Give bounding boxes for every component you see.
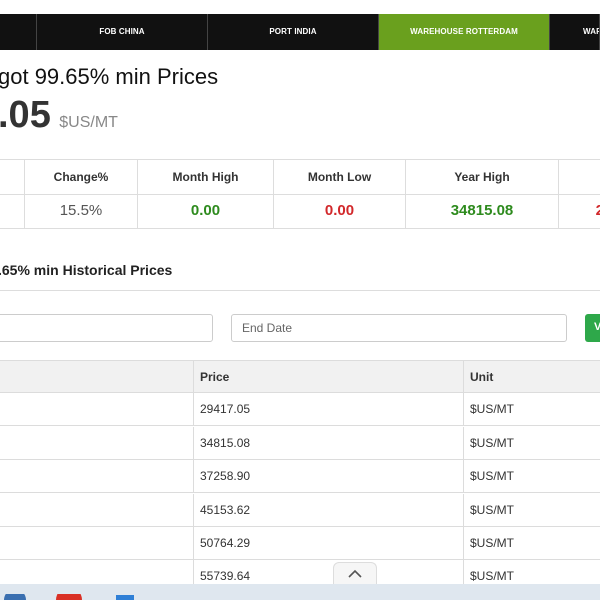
- cell-price: 34815.08: [193, 427, 463, 460]
- cell-price: 29417.05: [193, 393, 463, 426]
- cell-price: 50764.29: [193, 527, 463, 560]
- price-stats-table: Change% 15.5% Month High 0.00 Month Low …: [0, 159, 600, 229]
- stat-value: [0, 194, 24, 228]
- stat-value-year-high: 34815.08: [450, 202, 514, 219]
- table-row: 34815.08 $US/MT: [0, 427, 600, 460]
- column-header-unit[interactable]: Unit: [463, 361, 600, 394]
- cell-date: [0, 494, 193, 527]
- chevron-up-icon: [348, 569, 362, 578]
- end-date-input[interactable]: [231, 314, 567, 342]
- column-header-date[interactable]: [0, 361, 193, 394]
- table-row: 29417.05 $US/MT: [0, 393, 600, 426]
- stat-header-change: Change%: [25, 160, 137, 195]
- cell-unit: $US/MT: [463, 494, 600, 527]
- tab-warehouse-next[interactable]: WAR: [550, 14, 600, 50]
- stat-value-month-low: 0.00: [324, 202, 355, 219]
- cell-unit: $US/MT: [463, 393, 600, 426]
- stat-header-month-low: Month Low: [274, 160, 405, 195]
- price-unit: $US/MT: [59, 114, 118, 131]
- start-date-input[interactable]: [0, 314, 213, 342]
- view-button-label: V: [594, 321, 600, 333]
- stat-col-change: Change% 15.5%: [24, 160, 137, 228]
- cell-unit: $US/MT: [463, 427, 600, 460]
- table-row: 55739.64 $US/MT: [0, 560, 600, 584]
- cell-date: [0, 460, 193, 493]
- cell-date: [0, 560, 193, 584]
- os-taskbar: [0, 584, 600, 600]
- historical-prices-title: .65% min Historical Prices: [0, 262, 173, 278]
- chrome-icon[interactable]: [56, 594, 82, 600]
- table-row: 45153.62 $US/MT: [0, 494, 600, 527]
- taskbar-app-icon[interactable]: [114, 594, 136, 600]
- stat-header: [559, 160, 600, 195]
- stat-value-month-high: 0.00: [190, 202, 221, 219]
- table-row: 50764.29 $US/MT: [0, 527, 600, 560]
- cell-price: 55739.64: [193, 560, 463, 584]
- stat-col-month-low: Month Low 0.00: [273, 160, 405, 228]
- price-value: .05: [0, 94, 51, 136]
- column-header-price[interactable]: Price: [193, 361, 463, 394]
- stat-col-year-high: Year High 34815.08: [405, 160, 558, 228]
- tab-fob-china[interactable]: FOB CHINA: [37, 14, 208, 50]
- market-tab-bar: FOB CHINA PORT INDIA WAREHOUSE ROTTERDAM…: [0, 14, 600, 50]
- cell-unit: $US/MT: [463, 460, 600, 493]
- cell-date: [0, 527, 193, 560]
- table-header-row: Price Unit: [0, 360, 600, 394]
- tab-port-india[interactable]: PORT INDIA: [208, 14, 379, 50]
- cell-date: [0, 427, 193, 460]
- current-price: .05 $US/MT: [0, 94, 118, 137]
- stat-value: 2: [595, 202, 600, 219]
- stat-header-month-high: Month High: [138, 160, 273, 195]
- scroll-to-top-button[interactable]: [333, 562, 377, 585]
- stat-col-month-high: Month High 0.00: [137, 160, 273, 228]
- stat-col-partial-right: 2: [558, 160, 600, 228]
- cell-unit: $US/MT: [463, 560, 600, 584]
- page-title: got 99.65% min Prices: [0, 64, 219, 89]
- cell-price: 37258.90: [193, 460, 463, 493]
- cell-unit: $US/MT: [463, 527, 600, 560]
- stat-header-year-high: Year High: [406, 160, 558, 195]
- cell-date: [0, 393, 193, 426]
- stat-value-change: 15.5%: [59, 202, 103, 219]
- cell-price: 45153.62: [193, 494, 463, 527]
- stat-header: [0, 160, 24, 195]
- tab-warehouse-rotterdam[interactable]: WAREHOUSE ROTTERDAM: [379, 14, 550, 50]
- section-divider: [0, 290, 600, 291]
- tab-prev[interactable]: [0, 14, 37, 50]
- taskbar-app-icon[interactable]: [4, 594, 26, 600]
- table-row: 37258.90 $US/MT: [0, 460, 600, 493]
- view-button[interactable]: V: [585, 314, 600, 342]
- stat-col-partial: [0, 160, 24, 228]
